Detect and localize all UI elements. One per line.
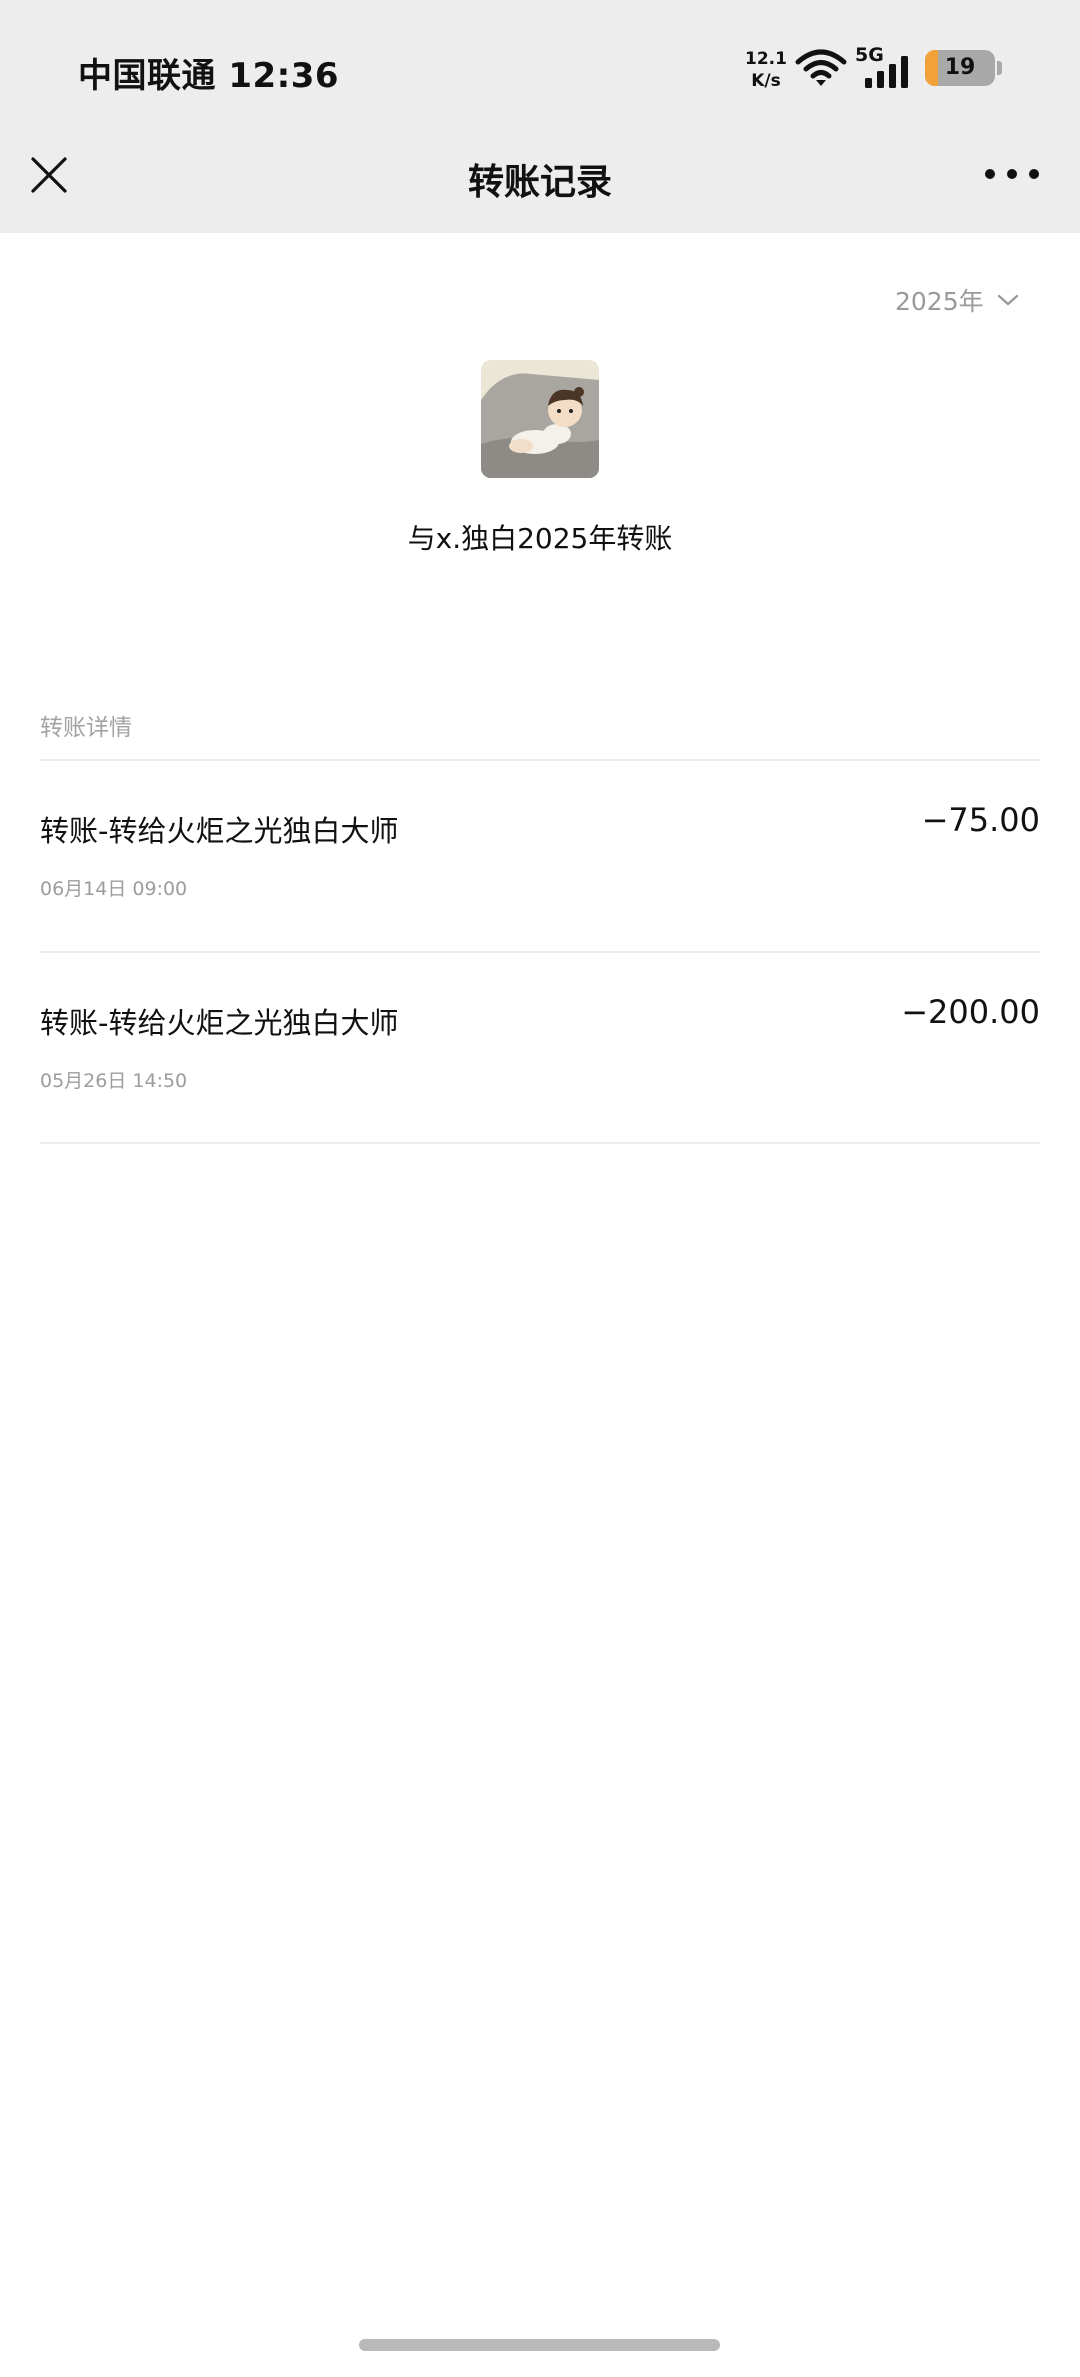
avatar [481, 360, 599, 478]
status-bar: 中国联通 12:36 12.1 K/s 5G 19 [0, 0, 1080, 140]
battery-icon: 19 [925, 50, 995, 86]
network-speed-unit: K/s [751, 71, 781, 91]
divider [40, 1142, 1040, 1144]
year-label: 2025年 [895, 287, 984, 316]
transaction-date: 05月26日 14:50 [40, 1070, 188, 1092]
cellular-signal: 5G [855, 44, 915, 88]
transaction-description: 转账-转给火炬之光独白大师 [40, 1006, 399, 1040]
home-indicator[interactable] [359, 2339, 720, 2351]
battery-level-text: 19 [944, 55, 976, 80]
network-speed-value: 12.1 [745, 49, 787, 69]
top-area: 中国联通 12:36 12.1 K/s 5G 19 转账记录 [0, 0, 1080, 233]
network-speed: 12.1 K/s [742, 48, 790, 92]
transaction-row[interactable]: 转账-转给火炬之光独白大师 −75.00 06月14日 09:00 [40, 761, 1040, 951]
more-icon[interactable] [984, 164, 1040, 184]
year-picker[interactable]: 2025年 [895, 280, 1020, 320]
transaction-amount: −75.00 [921, 801, 1040, 839]
chevron-down-icon [997, 294, 1018, 306]
carrier-time: 中国联通 12:36 [78, 56, 340, 96]
nav-bar: 转账记录 [0, 140, 1080, 233]
transaction-date: 06月14日 09:00 [40, 878, 188, 900]
page-title: 转账记录 [467, 162, 612, 203]
signal-bars-icon [865, 56, 908, 88]
transaction-row[interactable]: 转账-转给火炬之光独白大师 −200.00 05月26日 14:50 [40, 953, 1040, 1143]
wifi-icon [795, 49, 847, 86]
section-label: 转账详情 [40, 715, 132, 741]
transaction-description: 转账-转给火炬之光独白大师 [40, 814, 399, 848]
summary-title: 与x.独白2025年转账 [407, 522, 673, 555]
transaction-amount: −200.00 [901, 993, 1040, 1031]
battery-cap [997, 61, 1002, 75]
